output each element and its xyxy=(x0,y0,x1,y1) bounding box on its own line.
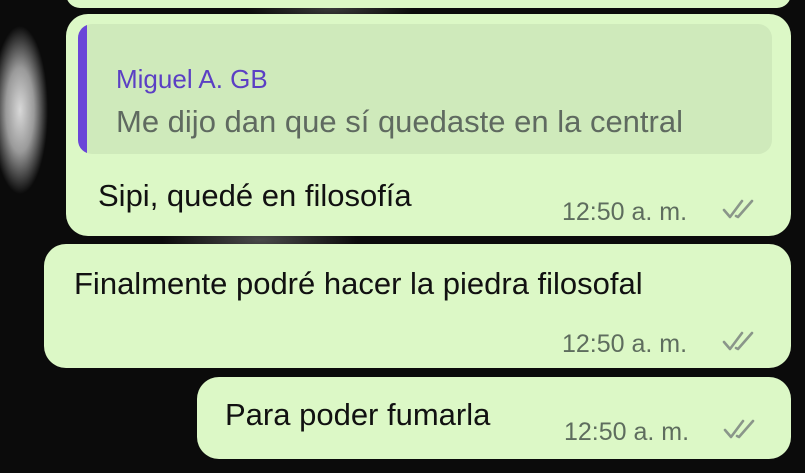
quoted-message[interactable]: Miguel A. GB Me dijo dan que sí quedaste… xyxy=(78,24,772,154)
quote-accent-bar xyxy=(78,24,87,154)
message-bubble-2[interactable]: Finalmente podré hacer la piedra filosof… xyxy=(44,244,791,368)
message-bubble-3[interactable]: Para poder fumarla 12:50 a. m. xyxy=(197,377,791,459)
double-check-icon xyxy=(723,419,755,439)
previous-message-bubble[interactable] xyxy=(66,0,791,8)
message-time: 12:50 a. m. xyxy=(562,198,688,226)
message-time: 12:50 a. m. xyxy=(562,330,688,358)
message-time: 12:50 a. m. xyxy=(564,418,690,446)
message-text: Sipi, quedé en filosofía xyxy=(98,178,412,213)
double-check-icon xyxy=(722,331,754,351)
quoted-author: Miguel A. GB xyxy=(116,64,268,94)
message-bubble-1[interactable]: Miguel A. GB Me dijo dan que sí quedaste… xyxy=(66,14,791,236)
double-check-icon xyxy=(722,199,754,219)
quoted-text: Me dijo dan que sí quedaste en la centra… xyxy=(116,104,683,139)
message-text: Finalmente podré hacer la piedra filosof… xyxy=(74,266,643,301)
message-text: Para poder fumarla xyxy=(225,397,491,432)
